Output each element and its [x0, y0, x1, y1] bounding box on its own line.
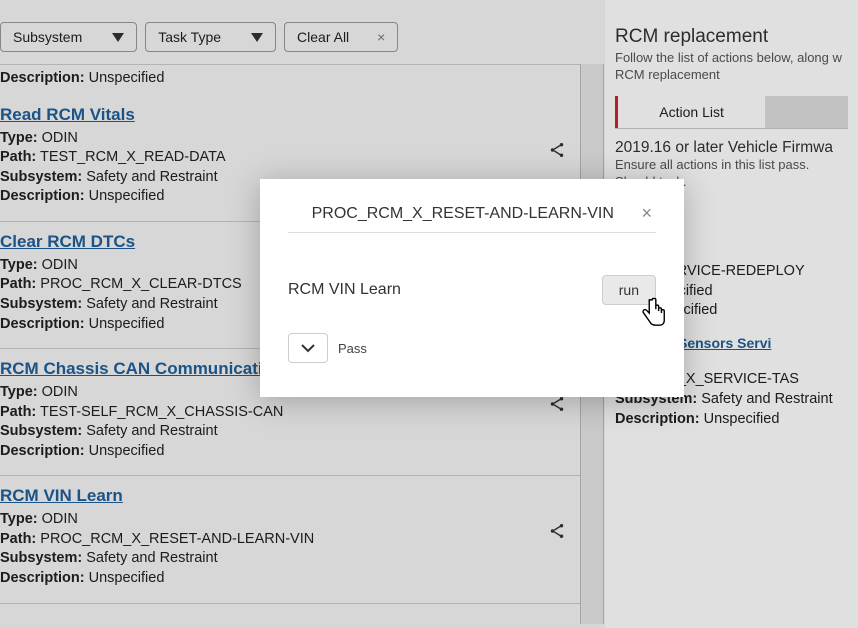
expand-toggle[interactable] [288, 333, 328, 363]
result-status: Pass [338, 341, 367, 356]
run-button[interactable]: run [602, 275, 656, 305]
procedure-name: RCM VIN Learn [288, 281, 401, 299]
chevron-down-icon [301, 343, 315, 353]
modal-title: PROC_RCM_X_RESET-AND-LEARN-VIN [288, 205, 637, 223]
run-procedure-modal: PROC_RCM_X_RESET-AND-LEARN-VIN × RCM VIN… [260, 179, 684, 397]
close-icon[interactable]: × [637, 203, 656, 224]
